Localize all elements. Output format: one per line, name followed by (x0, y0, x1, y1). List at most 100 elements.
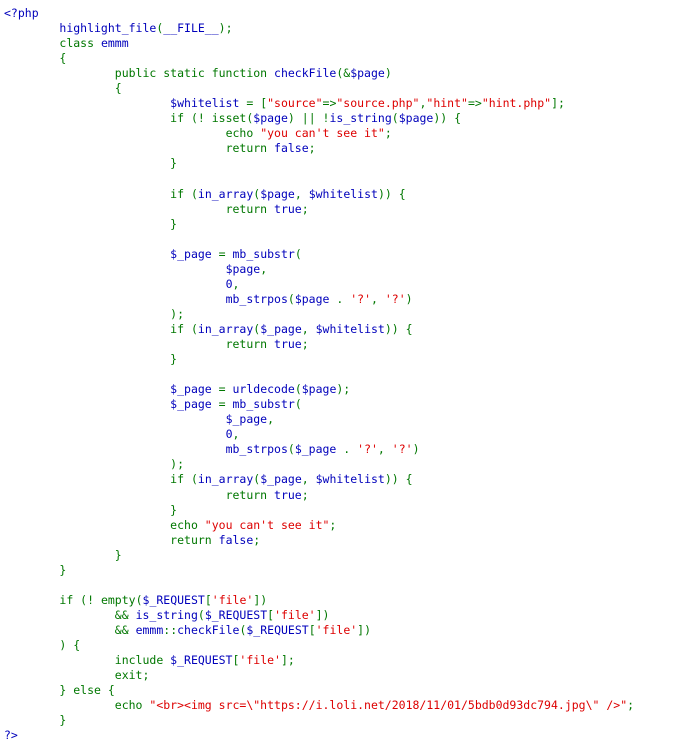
code-token-kw: ; (384, 126, 392, 141)
code-token-dfl: __FILE__ (163, 21, 219, 36)
code-token-dfl: true (274, 201, 302, 216)
code-line: 0, (4, 427, 634, 442)
code-token-str: '?' (391, 442, 413, 457)
code-token-str: '?' (384, 291, 406, 306)
code-token-str: 'file' (315, 622, 358, 637)
code-token-dfl: $whitelist (315, 472, 385, 487)
code-token-kw: ]; (280, 653, 295, 668)
code-token-kw: = (211, 246, 233, 261)
code-token-dfl: $_page (260, 472, 302, 487)
code-token-kw: ]) (357, 622, 372, 637)
code-token-str: "source" (267, 96, 323, 111)
code-line: } (4, 352, 634, 367)
code-token-kw: ( (294, 246, 302, 261)
code-token-dfl: $_page (294, 442, 337, 457)
code-token-kw: ; (142, 668, 150, 683)
code-line: echo "<br><img src=\"https://i.loli.net/… (4, 698, 634, 713)
code-token-kw: , (371, 291, 385, 306)
code-token-kw: ( (135, 592, 143, 607)
code-token-kw: } (59, 562, 67, 577)
code-token-kw: } (170, 216, 178, 231)
code-token-dfl: mb_strpos (225, 442, 288, 457)
code-token-kw: if (170, 111, 191, 126)
code-token-dfl: true (274, 487, 302, 502)
code-token-kw: , (232, 427, 240, 442)
code-token-dfl: is_string (329, 111, 392, 126)
code-line: return false; (4, 141, 634, 156)
code-token-kw: } (170, 156, 178, 171)
code-token-kw: , (301, 321, 316, 336)
code-token-dfl: highlight_file (59, 21, 157, 36)
code-line: } (4, 563, 634, 578)
code-token-dfl: false (218, 532, 254, 547)
code-token-kw: ; (301, 487, 309, 502)
code-line: if (! isset($page) || !is_string($page))… (4, 111, 634, 126)
code-token-dfl: emmm (135, 622, 164, 637)
code-token-kw: , (377, 442, 392, 457)
code-line: { (4, 51, 634, 66)
code-token-kw: ( (294, 397, 302, 412)
code-token-dfl: $_REQUEST (204, 607, 268, 622)
code-token-kw: ( (190, 321, 198, 336)
code-token-dfl: 0 (225, 276, 233, 291)
code-token-dfl: $_page (260, 321, 302, 336)
code-token-kw: ) || ! (287, 111, 330, 126)
code-line: { (4, 81, 634, 96)
code-token-dfl: $_page (170, 246, 212, 261)
code-token-kw: = (211, 382, 233, 397)
code-line: return true; (4, 202, 634, 217)
code-token-kw: (! (80, 592, 101, 607)
code-token-kw: )) { (377, 186, 406, 201)
code-token-kw: ) (412, 442, 420, 457)
code-line: $_page = mb_substr( (4, 247, 634, 262)
code-token-kw: isset (211, 111, 247, 126)
code-token-kw: , (267, 412, 275, 427)
code-line: ) { (4, 638, 634, 653)
code-line: if (in_array($page, $whitelist)) { (4, 187, 634, 202)
code-token-kw: (! (190, 111, 212, 126)
code-token-kw: if (170, 321, 191, 336)
code-line: highlight_file(__FILE__); (4, 21, 634, 36)
code-token-kw: ); (336, 382, 351, 397)
code-token-dfl: $page (398, 111, 434, 126)
code-token-str: 'file' (239, 653, 281, 668)
code-token-kw: ; (301, 337, 309, 352)
code-token-str: "hint.php" (481, 96, 552, 111)
code-token-dfl: mb_substr (232, 397, 295, 412)
code-token-kw: , (301, 472, 316, 487)
code-token-dfl: $whitelist (308, 186, 378, 201)
code-token-kw: )) { (384, 472, 413, 487)
code-token-dfl: $_REQUEST (170, 653, 233, 668)
code-line: mb_strpos($page . '?', '?') (4, 292, 634, 307)
code-line: $_page, (4, 412, 634, 427)
code-token-kw: , (260, 261, 268, 276)
code-token-dfl: 0 (225, 427, 233, 442)
code-line: } (4, 156, 634, 171)
code-token-kw: if (59, 592, 81, 607)
code-token-kw: => (322, 96, 337, 111)
code-token-dfl: $_REQUEST (246, 622, 309, 637)
code-token-dfl: $page (350, 66, 385, 81)
code-token-kw: ( (197, 607, 205, 622)
code-token-kw: ; (627, 698, 635, 713)
code-token-kw: public static function (114, 66, 275, 81)
